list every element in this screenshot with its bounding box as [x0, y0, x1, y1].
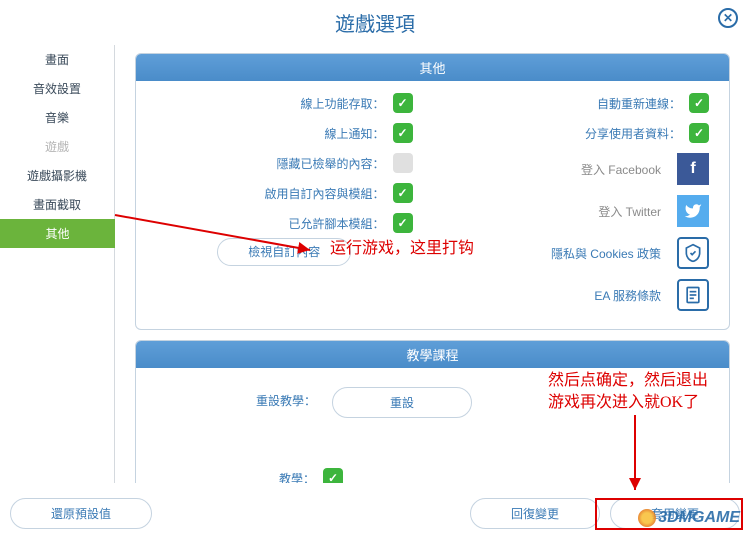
label-allow-script: 已允許腳本模組：	[288, 215, 384, 232]
label-login-tw: 登入 Twitter	[598, 203, 661, 220]
label-online-storage: 線上功能存取：	[300, 95, 384, 112]
label-privacy: 隱私與 Cookies 政策	[551, 245, 661, 262]
label-online-notify: 線上通知：	[324, 125, 384, 142]
sidebar-item-screenshot[interactable]: 畫面截取	[0, 190, 115, 219]
checkbox-auto-reconnect[interactable]: ✓	[689, 93, 709, 113]
label-reset-tutorial: 重設教學：	[256, 392, 316, 409]
restore-defaults-button[interactable]: 還原預設值	[10, 498, 152, 529]
close-button[interactable]: ✕	[718, 8, 738, 28]
checkbox-allow-script[interactable]: ✓	[393, 213, 413, 233]
label-enable-custom: 啟用自訂內容與模組：	[264, 185, 384, 202]
label-tutorial: 教學：	[279, 470, 315, 484]
sidebar-item-camera[interactable]: 遊戲攝影機	[0, 161, 115, 190]
label-share-data: 分享使用者資料：	[585, 125, 681, 142]
sidebar-item-sound[interactable]: 音效設置	[0, 74, 115, 103]
sidebar: 畫面 音效設置 音樂 遊戲 遊戲攝影機 畫面截取 其他	[0, 45, 115, 483]
checkbox-online-notify[interactable]: ✓	[393, 123, 413, 143]
browse-custom-button[interactable]: 檢視自訂內容	[217, 238, 351, 266]
twitter-button[interactable]	[677, 195, 709, 227]
label-ea-tos: EA 服務條款	[594, 287, 661, 304]
checkbox-online-storage[interactable]: ✓	[393, 93, 413, 113]
checkbox-enable-custom[interactable]: ✓	[393, 183, 413, 203]
label-login-fb: 登入 Facebook	[581, 161, 661, 178]
panel-tutorial-title: 教學課程	[136, 341, 729, 368]
label-auto-reconnect: 自動重新連線：	[597, 95, 681, 112]
page-title: 遊戲選項	[335, 14, 415, 36]
ea-tos-icon[interactable]	[677, 279, 709, 311]
sidebar-item-other[interactable]: 其他	[0, 219, 115, 248]
panel-other: 其他 線上功能存取： ✓ 線上通知： ✓ 隱藏已檢舉的內容： 啟用自訂內容與模組： ✓…	[135, 53, 730, 330]
panel-other-title: 其他	[136, 54, 729, 81]
facebook-button[interactable]: f	[677, 153, 709, 185]
label-hide-content: 隱藏已檢舉的內容：	[276, 155, 384, 172]
panel-tutorial: 教學課程 重設教學： 重設 教學： ✓	[135, 340, 730, 483]
checkbox-hide-content[interactable]	[393, 153, 413, 173]
checkbox-tutorial[interactable]: ✓	[323, 468, 343, 483]
checkbox-share-data[interactable]: ✓	[689, 123, 709, 143]
revert-button[interactable]: 回復變更	[470, 498, 600, 529]
watermark: 3DMGAME	[638, 509, 740, 527]
sidebar-item-music[interactable]: 音樂	[0, 103, 115, 132]
sidebar-item-game[interactable]: 遊戲	[0, 132, 115, 161]
privacy-icon[interactable]	[677, 237, 709, 269]
sidebar-item-graphics[interactable]: 畫面	[0, 45, 115, 74]
reset-tutorial-button[interactable]: 重設	[332, 387, 472, 418]
